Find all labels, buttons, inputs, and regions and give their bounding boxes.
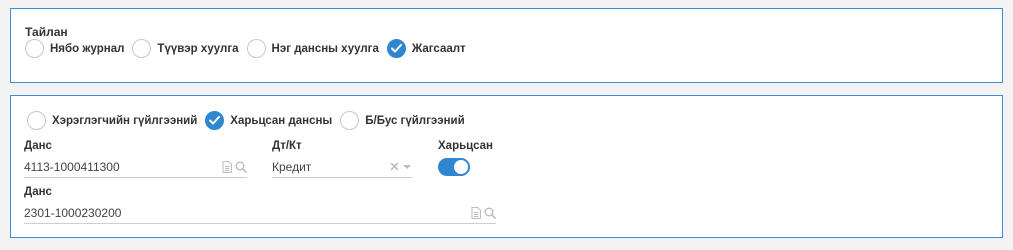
radio-single-account-statement[interactable]: Нэг дансны хуулга: [246, 39, 379, 58]
radio-related-accounts[interactable]: Харьцсан дансны: [205, 111, 332, 130]
account1-label: Данс: [24, 140, 52, 152]
radio-list[interactable]: Жагсаалт: [386, 39, 466, 58]
account2-label: Данс: [24, 186, 52, 198]
related-toggle[interactable]: [438, 158, 470, 176]
report-options: Нябо журнал Түүвэр хуулга Нэг дансны хуу…: [25, 39, 474, 58]
radio-user-transactions[interactable]: Хэрэглэгчийн гүйлгээний: [27, 111, 197, 130]
radio-label: Хэрэглэгчийн гүйлгээний: [52, 114, 198, 127]
account1-value: 4113-1000411300: [24, 159, 120, 174]
search-icon[interactable]: [484, 207, 496, 219]
radio-circle[interactable]: [25, 39, 44, 58]
radio-label: Түүвэр хуулга: [157, 42, 239, 55]
radio-circle[interactable]: [340, 111, 360, 130]
radio-circle[interactable]: [27, 111, 46, 130]
dtkt-icons: [390, 162, 412, 171]
filter-options: Хэрэглэгчийн гүйлгээний Харьцсан дансны …: [27, 111, 473, 130]
clear-icon[interactable]: [390, 162, 399, 171]
search-icon[interactable]: [235, 161, 247, 173]
account2-value: 2301-1000230200: [24, 205, 122, 220]
radio-circle[interactable]: [132, 39, 152, 58]
filter-panel: Хэрэглэгчийн гүйлгээний Харьцсан дансны …: [10, 95, 1003, 238]
toggle-knob: [454, 160, 468, 174]
radio-label: Жагсаалт: [411, 42, 466, 55]
radio-circle[interactable]: [205, 111, 225, 130]
radio-label: Нэг дансны хуулга: [271, 42, 379, 55]
account1-field[interactable]: 4113-1000411300: [24, 156, 247, 178]
radio-label: Нябо журнал: [50, 42, 125, 55]
account1-icons: [222, 160, 247, 173]
radio-sample-statement[interactable]: Түүвэр хуулга: [132, 39, 239, 58]
report-panel: Тайлан Нябо журнал Түүвэр хуулга Нэг дан…: [10, 8, 1003, 83]
related-label: Харьцсан: [438, 140, 493, 152]
account2-icons: [471, 206, 496, 219]
check-icon: [209, 116, 221, 125]
radio-circle[interactable]: [386, 39, 406, 58]
radio-label: Б/Бус гүйлгээний: [365, 114, 465, 127]
radio-circle[interactable]: [246, 39, 266, 58]
dtkt-label: Дт/Кт: [272, 140, 302, 152]
document-icon[interactable]: [471, 206, 481, 219]
document-icon[interactable]: [222, 160, 232, 173]
radio-journal[interactable]: Нябо журнал: [25, 39, 124, 58]
radio-non-cash-transactions[interactable]: Б/Бус гүйлгээний: [340, 111, 465, 130]
dtkt-select[interactable]: Кредит: [272, 156, 412, 178]
account2-field[interactable]: 2301-1000230200: [24, 202, 496, 224]
dtkt-value: Кредит: [272, 159, 312, 174]
radio-label: Харьцсан дансны: [230, 114, 333, 127]
report-title: Тайлан: [25, 25, 68, 39]
chevron-down-icon[interactable]: [402, 164, 412, 170]
check-icon: [390, 44, 402, 53]
